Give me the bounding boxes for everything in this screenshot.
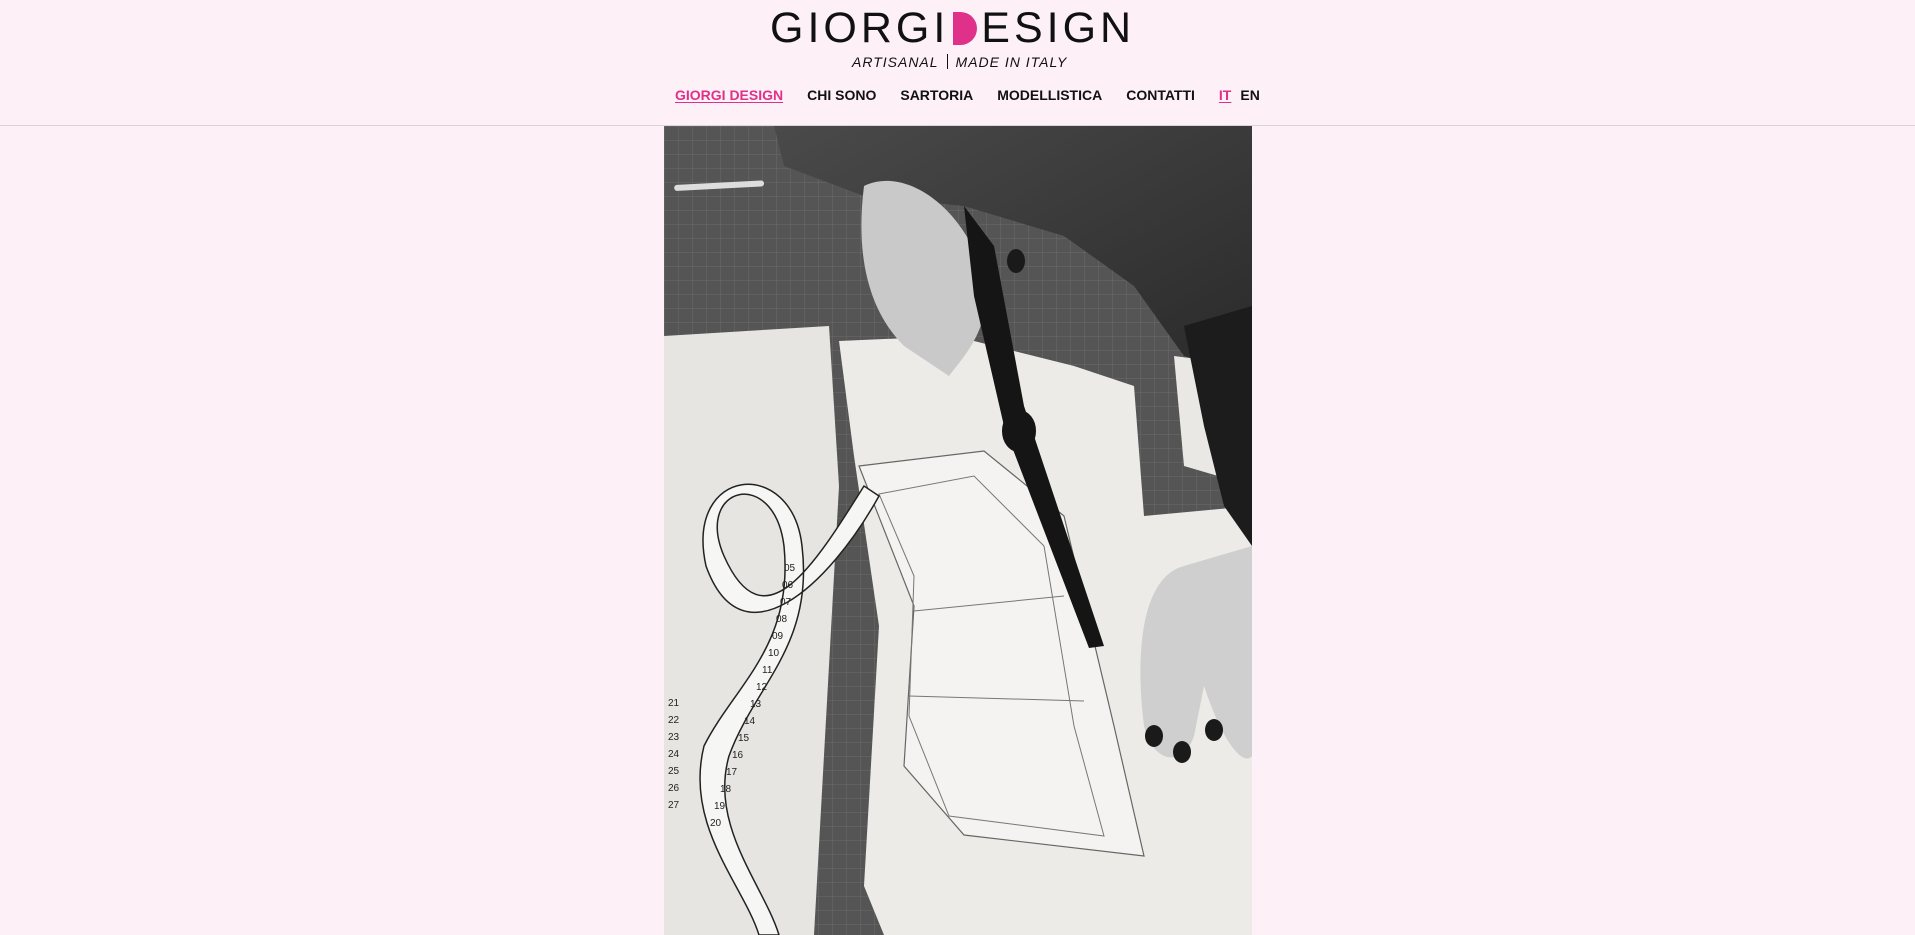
tape-number: 10	[768, 648, 780, 659]
tape-number: 25	[668, 766, 680, 777]
tape-number: 08	[776, 614, 788, 625]
tape-number: 17	[726, 767, 738, 778]
hero-photo-illustration: 05 06 07 08 09 10 11 12 13 14 15 16 17 1…	[664, 126, 1252, 935]
nav-item-sartoria[interactable]: SARTORIA	[900, 87, 973, 103]
tape-number: 24	[668, 749, 680, 760]
fabric-left	[664, 326, 839, 935]
nav-item-contatti[interactable]: CONTATTI	[1126, 87, 1195, 103]
tape-number: 05	[784, 563, 796, 574]
logo-tagline: ARTISANAL MADE IN ITALY	[852, 54, 1067, 70]
nav-item-chi-sono[interactable]: CHI SONO	[807, 87, 876, 103]
hero-photo: 05 06 07 08 09 10 11 12 13 14 15 16 17 1…	[664, 126, 1252, 935]
tape-number: 27	[668, 800, 680, 811]
brand-logo[interactable]: GIORGI ESIGN ARTISANAL MADE IN ITALY	[770, 6, 1147, 70]
language-switcher: IT EN	[1219, 87, 1269, 103]
tape-number: 26	[668, 783, 680, 794]
tape-number: 11	[762, 665, 773, 676]
tape-number: 18	[720, 784, 732, 795]
tagline-made-in-italy: MADE IN ITALY	[955, 54, 1068, 70]
main-navigation: GIORGI DESIGN CHI SONO SARTORIA MODELLIS…	[675, 85, 1269, 105]
tape-number: 12	[756, 682, 768, 693]
tape-number: 21	[668, 698, 680, 709]
nav-item-giorgi-design[interactable]: GIORGI DESIGN	[675, 87, 783, 103]
tape-number: 20	[710, 818, 722, 829]
logo-d-mark-icon	[953, 11, 978, 45]
tape-number: 22	[668, 715, 680, 726]
tape-number: 16	[732, 750, 744, 761]
tape-number: 19	[714, 801, 726, 812]
logo-word-left: GIORGI	[770, 4, 950, 52]
tagline-artisanal: ARTISANAL	[852, 54, 939, 70]
tape-number: 09	[772, 631, 784, 642]
nav-item-modellistica[interactable]: MODELLISTICA	[997, 87, 1102, 103]
tagline-divider	[946, 54, 948, 69]
tape-number: 15	[738, 733, 750, 744]
language-en[interactable]: EN	[1240, 87, 1259, 103]
language-it[interactable]: IT	[1219, 87, 1231, 103]
tape-number: 06	[782, 580, 794, 591]
logo-wordmark: GIORGI ESIGN	[770, 6, 1147, 50]
tape-number: 23	[668, 732, 680, 743]
tape-number: 07	[780, 597, 792, 608]
tape-number: 13	[750, 699, 762, 710]
logo-word-right: ESIGN	[981, 4, 1136, 52]
tape-number: 14	[744, 716, 756, 727]
site-header: GIORGI ESIGN ARTISANAL MADE IN ITALY GIORG…	[0, 0, 1915, 126]
